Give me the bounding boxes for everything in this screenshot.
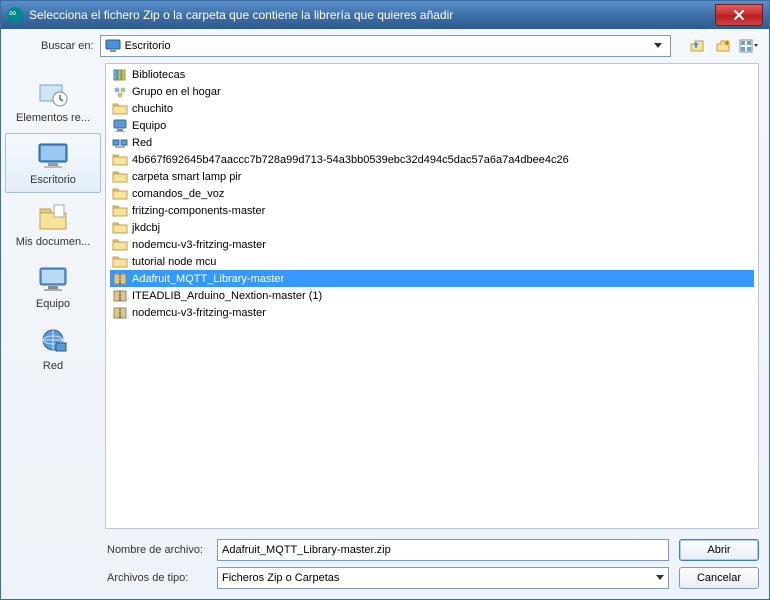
file-list[interactable]: Bibliotecas Grupo en el hogar chuchito Equi… <box>105 63 759 529</box>
list-item[interactable]: fritzing-components-master <box>110 202 754 219</box>
close-icon <box>733 9 745 21</box>
homegroup-icon <box>112 84 128 100</box>
list-item-label: Red <box>132 137 152 149</box>
places-item-computer[interactable]: Equipo <box>5 257 101 317</box>
list-item-label: nodemcu-v3-fritzing-master <box>132 307 266 319</box>
filetype-label: Archivos de tipo: <box>107 572 207 584</box>
titlebar: Selecciona el fichero Zip o la carpeta q… <box>1 1 769 29</box>
places-item-label: Escritorio <box>9 174 97 186</box>
cancel-button[interactable]: Cancelar <box>679 567 759 589</box>
list-item-label: carpeta smart lamp pir <box>132 171 241 183</box>
folder-icon <box>112 169 128 185</box>
list-item-label: fritzing-components-master <box>132 205 265 217</box>
list-item[interactable]: Grupo en el hogar <box>110 83 754 100</box>
arduino-icon <box>7 7 23 23</box>
filetype-value: Ficheros Zip o Carpetas <box>222 572 339 584</box>
list-item-label: nodemcu-v3-fritzing-master <box>132 239 266 251</box>
dialog-body: Elementos re... Escritorio Mis documen... E… <box>1 59 769 533</box>
list-item[interactable]: nodemcu-v3-fritzing-master <box>110 304 754 321</box>
close-button[interactable] <box>715 4 763 26</box>
look-in-value: Escritorio <box>125 40 171 52</box>
list-item-label: Bibliotecas <box>132 69 185 81</box>
list-item[interactable]: comandos_de_voz <box>110 185 754 202</box>
places-item-label: Elementos re... <box>9 112 97 124</box>
list-item[interactable]: tutorial node mcu <box>110 253 754 270</box>
toolbar: Buscar en: Escritorio <box>1 29 769 59</box>
new-folder-button[interactable] <box>713 36 733 56</box>
zip-icon <box>112 271 128 287</box>
computer-icon <box>112 118 128 134</box>
open-button[interactable]: Abrir <box>679 539 759 561</box>
network-icon <box>35 326 71 358</box>
filename-label: Nombre de archivo: <box>107 544 207 556</box>
list-item-label: Adafruit_MQTT_Library-master <box>132 273 284 285</box>
folder-icon <box>112 203 128 219</box>
list-item[interactable]: jkdcbj <box>110 219 754 236</box>
network-icon <box>112 135 128 151</box>
filename-input[interactable] <box>217 539 669 561</box>
folder-icon <box>112 237 128 253</box>
list-item[interactable]: Equipo <box>110 117 754 134</box>
list-item[interactable]: Red <box>110 134 754 151</box>
list-item-label: chuchito <box>132 103 173 115</box>
places-item-documents[interactable]: Mis documen... <box>5 195 101 255</box>
filetype-combo[interactable]: Ficheros Zip o Carpetas <box>217 567 669 589</box>
list-item[interactable]: nodemcu-v3-fritzing-master <box>110 236 754 253</box>
list-item[interactable]: chuchito <box>110 100 754 117</box>
bottom-panel: Nombre de archivo: Abrir Archivos de tip… <box>1 533 769 599</box>
places-item-label: Equipo <box>9 298 97 310</box>
view-menu-button[interactable] <box>739 36 759 56</box>
look-in-label: Buscar en: <box>41 40 94 52</box>
window-title: Selecciona el fichero Zip o la carpeta q… <box>29 8 715 22</box>
toolbar-icons <box>687 36 759 56</box>
chevron-down-icon <box>656 575 664 581</box>
list-item[interactable]: Bibliotecas <box>110 66 754 83</box>
places-item-network[interactable]: Red <box>5 319 101 379</box>
folder-icon <box>112 152 128 168</box>
list-item[interactable]: carpeta smart lamp pir <box>110 168 754 185</box>
list-item-label: 4b667f692645b47aaccc7b728a99d713-54a3bb0… <box>132 154 569 166</box>
documents-icon <box>35 202 71 234</box>
list-item[interactable]: Adafruit_MQTT_Library-master <box>110 270 754 287</box>
libraries-icon <box>112 67 128 83</box>
places-item-label: Mis documen... <box>9 236 97 248</box>
folder-icon <box>112 186 128 202</box>
places-item-desktop[interactable]: Escritorio <box>5 133 101 193</box>
places-item-recent[interactable]: Elementos re... <box>5 71 101 131</box>
folder-icon <box>112 101 128 117</box>
list-item[interactable]: 4b667f692645b47aaccc7b728a99d713-54a3bb0… <box>110 151 754 168</box>
folder-icon <box>112 254 128 270</box>
desktop-icon <box>105 39 121 53</box>
computer-icon <box>35 264 71 296</box>
list-item-label: comandos_de_voz <box>132 188 224 200</box>
list-item-label: Grupo en el hogar <box>132 86 221 98</box>
chevron-down-icon <box>650 38 666 54</box>
look-in-combo[interactable]: Escritorio <box>100 35 671 57</box>
up-one-level-button[interactable] <box>687 36 707 56</box>
file-dialog-window: Selecciona el fichero Zip o la carpeta q… <box>0 0 770 600</box>
zip-icon <box>112 305 128 321</box>
folder-icon <box>112 220 128 236</box>
places-item-label: Red <box>9 360 97 372</box>
recent-icon <box>35 78 71 110</box>
places-bar: Elementos re... Escritorio Mis documen... E… <box>5 63 101 529</box>
desktop-icon <box>35 140 71 172</box>
list-item-label: Equipo <box>132 120 166 132</box>
list-item-label: ITEADLIB_Arduino_Nextion-master (1) <box>132 290 322 302</box>
zip-icon <box>112 288 128 304</box>
list-item-label: jkdcbj <box>132 222 160 234</box>
list-item-label: tutorial node mcu <box>132 256 216 268</box>
list-item[interactable]: ITEADLIB_Arduino_Nextion-master (1) <box>110 287 754 304</box>
